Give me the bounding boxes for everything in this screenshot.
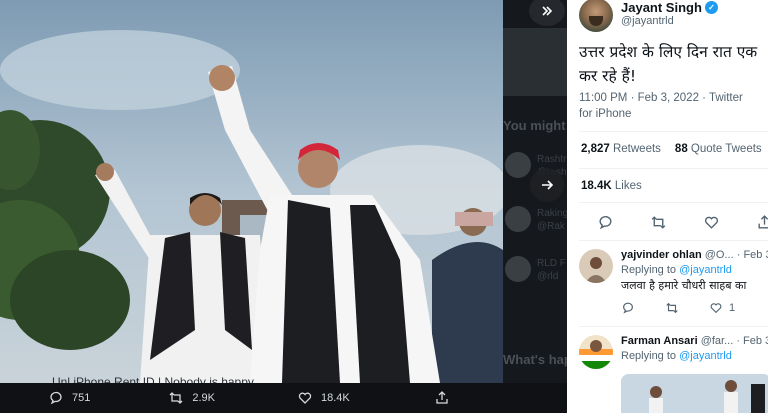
reply-like-count: 1	[729, 302, 736, 314]
reply-date[interactable]: · Feb 3	[736, 335, 768, 347]
reply-header: yajvinder ohlan @O... · Feb 3	[621, 249, 768, 261]
media-like-count: 18.4K	[321, 392, 350, 404]
media-like-button[interactable]: 18.4K	[297, 390, 350, 406]
background-line: @Rak	[537, 221, 565, 232]
reply-author-handle[interactable]: @O...	[705, 249, 734, 261]
media-retweet-count: 2.9K	[192, 392, 215, 404]
arrow-right-icon	[542, 180, 554, 190]
replying-to-handle[interactable]: @jayantrld	[679, 350, 732, 362]
reply-author-name[interactable]: yajvinder ohlan	[621, 249, 702, 261]
divider	[579, 326, 768, 327]
reply-media-image[interactable]	[621, 374, 768, 413]
media-reply-button[interactable]: 751	[48, 390, 90, 406]
reply-icon[interactable]	[597, 214, 614, 231]
replying-to: Replying to @jayantrld	[621, 264, 732, 276]
divider	[579, 202, 768, 203]
tweet-photo[interactable]	[0, 0, 503, 383]
reply-action-bar: 1	[621, 301, 735, 315]
rally-photo-illustration	[0, 0, 503, 383]
verified-badge-icon: ✓	[704, 1, 718, 14]
background-avatar	[505, 256, 531, 282]
media-retweet-button[interactable]: 2.9K	[168, 390, 215, 406]
tweet-metadata: 11:00 PM · Feb 3, 2022 · Twitter for iPh…	[579, 90, 759, 122]
heart-icon	[298, 392, 312, 404]
reply-author-name[interactable]: Farman Ansari	[621, 335, 698, 347]
retweets-count: 2,827	[581, 143, 610, 155]
author-display-name[interactable]: Jayant Singh	[621, 0, 702, 15]
replying-to-label: Replying to	[621, 350, 677, 362]
replying-to-label: Replying to	[621, 264, 677, 276]
retweet-icon	[169, 392, 183, 404]
heart-icon[interactable]	[703, 214, 720, 231]
reply-icon[interactable]	[621, 301, 635, 315]
reply-like-button[interactable]: 1	[709, 301, 735, 315]
background-heading-you-might: You might	[503, 118, 566, 133]
share-icon	[436, 391, 448, 404]
divider	[579, 168, 768, 169]
quotes-count: 88	[674, 143, 688, 155]
background-avatar	[505, 206, 531, 232]
reply-photo-illustration	[621, 374, 768, 413]
share-icon[interactable]	[756, 214, 768, 231]
background-avatar	[505, 152, 531, 178]
replying-to: Replying to @jayantrld	[621, 350, 732, 362]
tweet-detail-panel: Jayant Singh ✓ @jayantrld उत्तर प्रदेश क…	[567, 0, 768, 413]
background-line: RLD F	[537, 258, 566, 269]
likes-label: Likes	[614, 180, 642, 192]
reply-avatar-image	[579, 249, 613, 283]
reply-header: Farman Ansari @far... · Feb 3	[621, 335, 768, 347]
double-chevron-right-icon	[542, 6, 553, 16]
tweet-action-bar	[597, 214, 768, 231]
reply-icon	[50, 391, 62, 405]
likes-stat[interactable]: 18.4K Likes	[581, 180, 642, 192]
background-page: You might Rashtri @rashtr Raking @Rak RL…	[503, 0, 567, 413]
reply-avatar-image	[579, 335, 613, 369]
background-line: Rashtri	[537, 154, 567, 165]
retweets-stat[interactable]: 2,827 Retweets	[581, 143, 661, 155]
divider	[579, 240, 768, 241]
media-reply-count: 751	[72, 392, 91, 404]
retweet-icon[interactable]	[665, 301, 679, 315]
background-line: Raking	[537, 208, 567, 219]
retweets-label: Retweets	[612, 143, 661, 155]
quotes-stat[interactable]: 88 Quote Tweets	[675, 143, 762, 155]
likes-count: 18.4K	[581, 180, 612, 192]
reply-author-handle[interactable]: @far...	[701, 335, 734, 347]
reply-avatar[interactable]	[579, 249, 613, 283]
heart-icon	[710, 303, 722, 314]
background-heading-whats-happening: What's happ	[503, 352, 567, 367]
author-handle[interactable]: @jayantrld	[621, 15, 718, 27]
reply-avatar[interactable]	[579, 335, 613, 369]
next-image-button[interactable]	[530, 168, 564, 202]
reply-date[interactable]: · Feb 3	[737, 249, 768, 261]
media-action-bar: 751 2.9K 18.4K	[0, 383, 567, 413]
divider	[579, 131, 768, 132]
tweet-text: उत्तर प्रदेश के लिए दिन रात एक कर रहे है…	[579, 43, 763, 85]
quotes-label: Quote Tweets	[690, 143, 762, 155]
tweet-author[interactable]: Jayant Singh ✓ @jayantrld	[579, 0, 718, 32]
tweet-stats: 2,827 Retweets 88 Quote Tweets	[581, 143, 762, 155]
tweet-timestamp[interactable]: 11:00 PM · Feb 3, 2022 ·	[579, 92, 709, 104]
retweet-icon[interactable]	[650, 214, 667, 231]
image-viewer: You might Rashtri @rashtr Raking @Rak RL…	[0, 0, 768, 413]
background-line: @rld	[537, 271, 559, 282]
reply-text: जलवा है हमारे चौधरी साहब का	[621, 279, 747, 292]
replying-to-handle[interactable]: @jayantrld	[679, 264, 732, 276]
author-avatar[interactable]	[579, 0, 613, 32]
media-share-button[interactable]	[434, 390, 450, 406]
background-thumbnail	[503, 28, 567, 96]
